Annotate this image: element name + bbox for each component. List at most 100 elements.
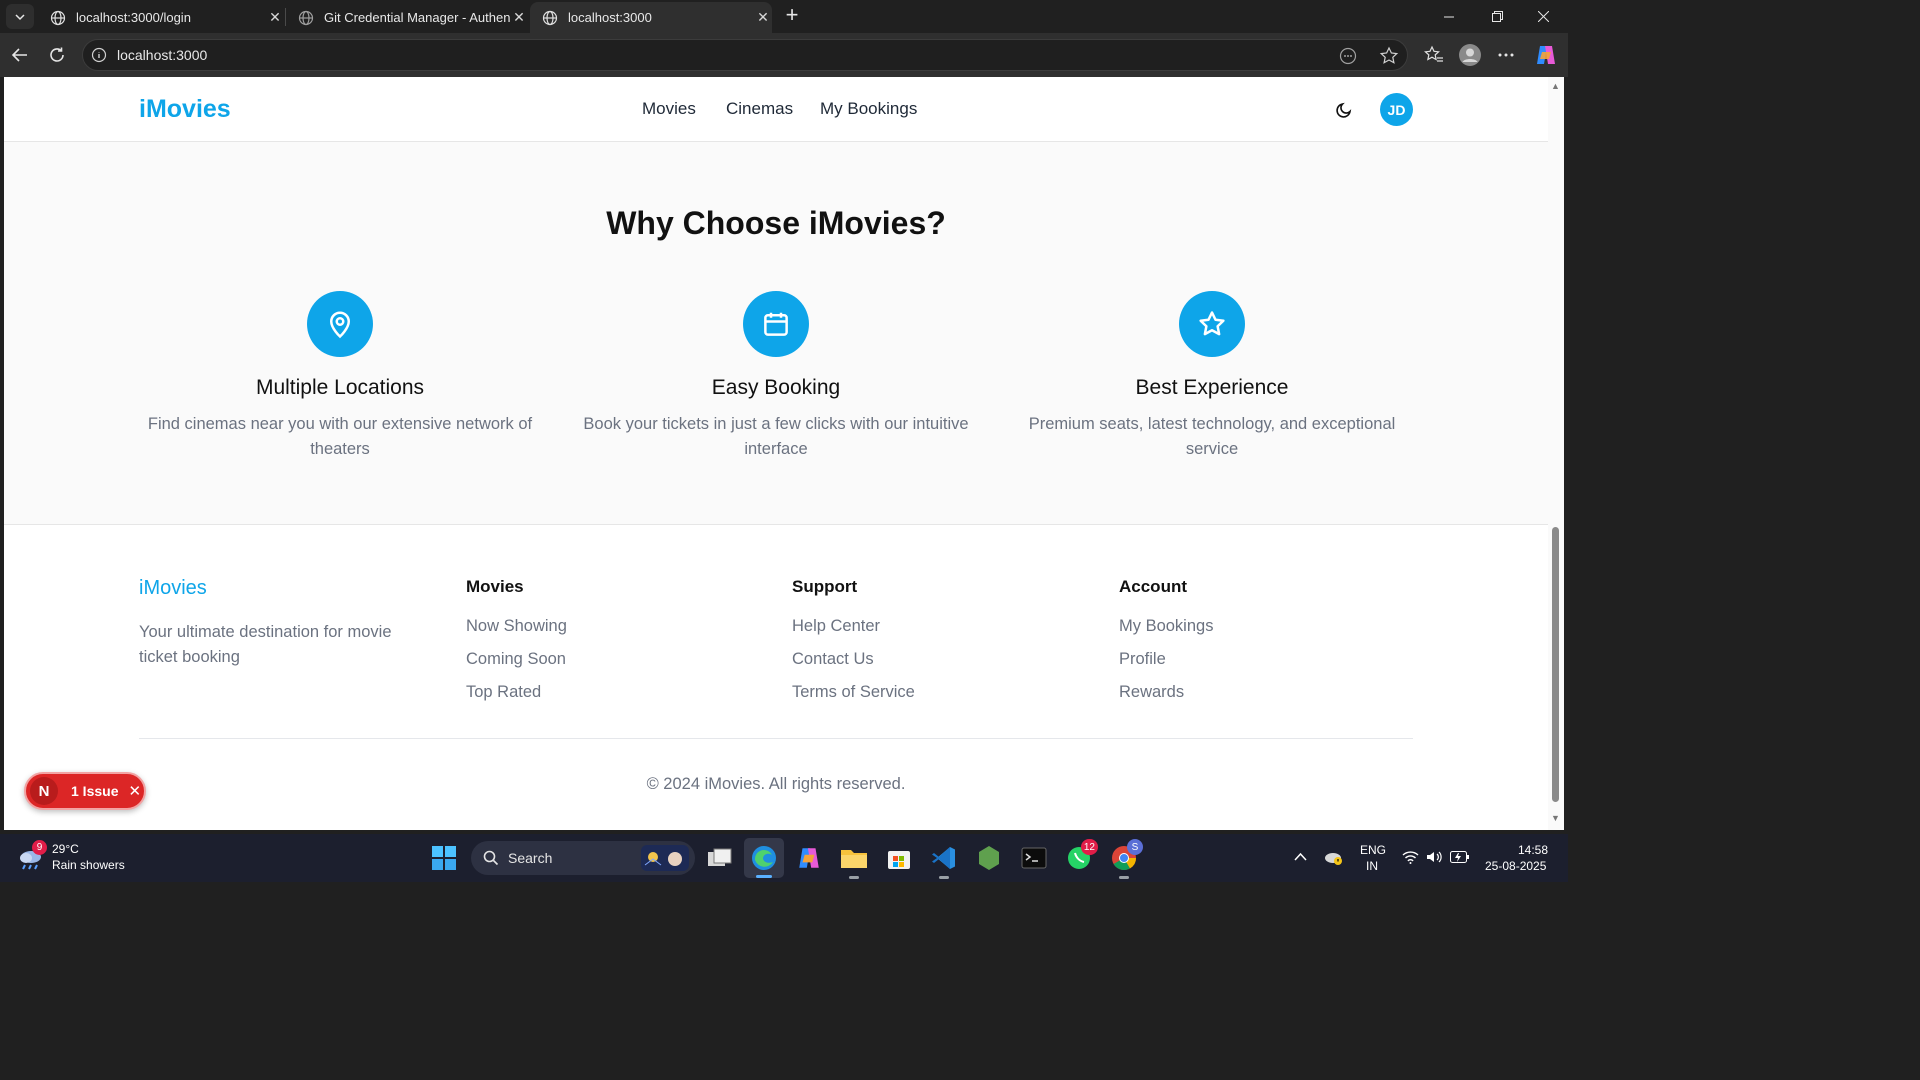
close-icon: [1537, 11, 1549, 22]
nav-my-bookings[interactable]: My Bookings: [820, 99, 917, 119]
footer-link-contact-us[interactable]: Contact Us: [792, 650, 915, 683]
close-icon[interactable]: ✕: [510, 9, 528, 27]
volume-icon[interactable]: [1426, 850, 1443, 864]
footer-link-rewards[interactable]: Rewards: [1119, 683, 1213, 716]
site-logo[interactable]: iMovies: [139, 95, 231, 124]
notification-badge: 12: [1080, 839, 1098, 855]
feature-description: Find cinemas near you with our extensive…: [147, 415, 533, 458]
battery-icon[interactable]: [1450, 851, 1470, 863]
copilot-button[interactable]: [1532, 41, 1560, 69]
taskbar-terminal[interactable]: [1019, 843, 1049, 873]
nextjs-logo-icon: N: [30, 777, 58, 805]
clock-time[interactable]: 14:58: [1518, 843, 1548, 857]
onedrive-warning-icon[interactable]: [1324, 850, 1344, 866]
windows-start-icon[interactable]: [432, 846, 456, 870]
reading-mode-icon[interactable]: [1338, 46, 1358, 66]
copilot-icon: [799, 848, 819, 868]
info-icon: [91, 47, 107, 63]
tab-title: localhost:3000: [568, 10, 652, 25]
taskbar-edge[interactable]: [744, 838, 784, 878]
reload-button[interactable]: [43, 41, 71, 69]
taskbar-copilot[interactable]: [794, 843, 824, 873]
back-button[interactable]: [6, 41, 34, 69]
page-scrollbar[interactable]: ▲ ▼: [1548, 77, 1564, 830]
taskbar-store[interactable]: [884, 843, 914, 873]
input-language[interactable]: ENG: [1360, 843, 1386, 857]
footer-link-coming-soon[interactable]: Coming Soon: [466, 650, 567, 683]
dev-issues-badge[interactable]: N 1 Issue ✕: [24, 772, 146, 810]
running-indicator: [1119, 876, 1129, 879]
taskbar-nodejs[interactable]: [974, 843, 1004, 873]
footer-link-now-showing[interactable]: Now Showing: [466, 617, 567, 650]
more-menu-button[interactable]: [1492, 41, 1520, 69]
tab-actions-button[interactable]: [6, 4, 34, 29]
profile-badge: S: [1127, 839, 1143, 855]
footer-column-heading: Support: [792, 577, 858, 596]
search-icon: [483, 850, 499, 866]
input-region[interactable]: IN: [1366, 859, 1378, 873]
new-tab-button[interactable]: +: [780, 4, 804, 28]
copyright-text: © 2024 iMovies. All rights reserved.: [646, 775, 906, 793]
chevron-down-icon: [15, 13, 25, 20]
scrollbar-thumb[interactable]: [1552, 527, 1559, 802]
close-window-button[interactable]: [1520, 0, 1566, 33]
star-icon[interactable]: [1379, 46, 1399, 66]
taskbar-search-box[interactable]: Search: [471, 841, 695, 875]
show-hidden-icons-chevron-up-icon[interactable]: [1294, 852, 1307, 862]
calendar-icon: [764, 312, 788, 336]
favorites-button[interactable]: [1420, 41, 1448, 69]
store-icon: [888, 851, 910, 869]
tab-title: Git Credential Manager - Authent: [324, 10, 510, 25]
copilot-icon: [1537, 46, 1555, 64]
feature-icon-circle: [1179, 291, 1245, 357]
clock-date[interactable]: 25-08-2025: [1485, 859, 1546, 873]
browser-tab-git-credential[interactable]: Git Credential Manager - Authent ✕: [286, 2, 528, 33]
scroll-up-arrow-icon[interactable]: ▲: [1551, 81, 1560, 91]
weather-description: Rain showers: [52, 858, 125, 872]
profile-button[interactable]: [1456, 41, 1484, 69]
nav-movies[interactable]: Movies: [642, 99, 696, 119]
moon-icon: [1336, 102, 1352, 118]
vscode-icon: [932, 847, 955, 869]
profile-icon: [1459, 44, 1481, 66]
footer-link-top-rated[interactable]: Top Rated: [466, 683, 567, 716]
footer-column-heading: Movies: [466, 577, 524, 596]
footer-column-account: Account My Bookings Profile Rewards: [1119, 577, 1213, 716]
taskbar-vscode[interactable]: [929, 843, 959, 879]
tab-title: localhost:3000/login: [76, 10, 191, 25]
feature-multiple-locations: Multiple Locations Find cinemas near you…: [140, 291, 540, 462]
taskbar-whatsapp[interactable]: 12: [1064, 839, 1098, 873]
restore-button[interactable]: [1474, 0, 1520, 33]
wifi-icon[interactable]: [1402, 850, 1419, 864]
running-indicator: [756, 875, 772, 878]
footer-link-help-center[interactable]: Help Center: [792, 617, 915, 650]
footer-link-my-bookings[interactable]: My Bookings: [1119, 617, 1213, 650]
close-icon[interactable]: ✕: [754, 9, 772, 27]
nav-cinemas[interactable]: Cinemas: [726, 99, 793, 119]
theme-toggle-button[interactable]: [1332, 98, 1356, 122]
close-icon[interactable]: ✕: [128, 782, 141, 800]
browser-tab-localhost[interactable]: localhost:3000 ✕: [530, 2, 772, 33]
favorites-icon: [1424, 45, 1443, 62]
footer-link-terms[interactable]: Terms of Service: [792, 683, 915, 716]
weather-badge: 9: [32, 840, 47, 855]
address-bar[interactable]: localhost:3000: [82, 39, 1408, 71]
folder-icon: [841, 850, 867, 868]
close-icon[interactable]: ✕: [266, 9, 284, 27]
page-viewport: iMovies Movies Cinemas My Bookings JD Wh…: [4, 77, 1548, 830]
browser-tab-login[interactable]: localhost:3000/login ✕: [38, 2, 284, 33]
feature-description: Book your tickets in just a few clicks w…: [583, 415, 969, 458]
issues-count-label: 1 Issue: [71, 783, 119, 799]
taskbar-task-view[interactable]: [705, 843, 735, 873]
browser-tab-bar: localhost:3000/login ✕ Git Credential Ma…: [0, 0, 1568, 33]
running-indicator: [849, 876, 859, 879]
footer-brand[interactable]: iMovies: [139, 577, 207, 600]
scroll-down-arrow-icon[interactable]: ▼: [1551, 813, 1560, 823]
footer-link-profile[interactable]: Profile: [1119, 650, 1213, 683]
taskbar-file-explorer[interactable]: [839, 843, 869, 879]
feature-title: Multiple Locations: [255, 376, 425, 399]
site-header: iMovies Movies Cinemas My Bookings JD: [4, 77, 1548, 142]
minimize-button[interactable]: [1426, 0, 1472, 33]
user-avatar[interactable]: JD: [1380, 93, 1413, 126]
taskbar-chrome[interactable]: S: [1109, 839, 1143, 879]
